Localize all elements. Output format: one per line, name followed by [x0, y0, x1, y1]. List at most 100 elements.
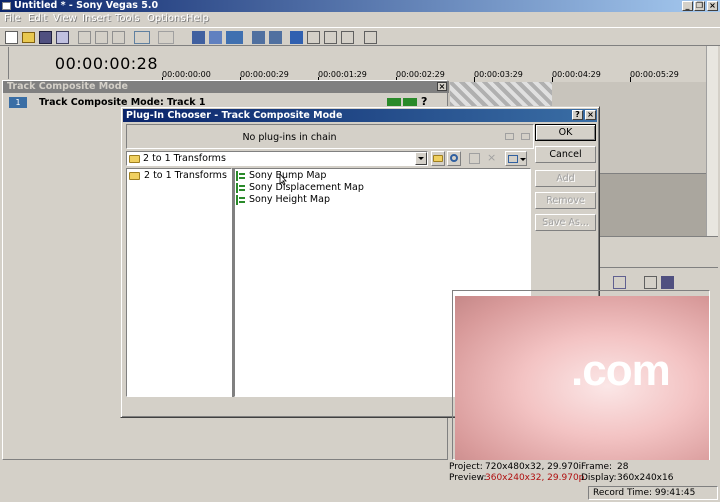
plugin-icon: [236, 171, 246, 181]
left-panel-divider: [2, 47, 9, 79]
record-time-status: Record Time: 99:41:45: [588, 486, 718, 500]
lock-envelopes-icon[interactable]: [269, 31, 282, 44]
folder-path-value: 2 to 1 Transforms: [143, 153, 226, 164]
ruler-label: 00:00:03:29: [474, 70, 523, 79]
folder-path-dropdown[interactable]: 2 to 1 Transforms: [126, 151, 428, 166]
ruler-label: 00:00:04:29: [552, 70, 601, 79]
plugin-chain-bar: No plug-ins in chain: [126, 124, 534, 149]
view-mode-icon[interactable]: [505, 151, 527, 166]
folder-tree[interactable]: 2 to 1 Transforms: [126, 168, 232, 397]
event-pan-icon[interactable]: [192, 31, 205, 44]
tree-item[interactable]: 2 to 1 Transforms: [129, 170, 229, 182]
app-title: Untitled * - Sony Vegas 5.0: [14, 0, 159, 11]
preview-label: Preview:: [449, 473, 487, 483]
track-composite-header-title: Track Composite Mode: [7, 81, 128, 92]
remove-button[interactable]: Remove: [535, 192, 596, 209]
menu-edit[interactable]: Edit: [28, 12, 47, 26]
redo-icon[interactable]: [158, 31, 174, 44]
menu-file[interactable]: File: [4, 12, 21, 26]
ok-button[interactable]: OK: [535, 124, 596, 141]
ruler-label: 00:00:02:29: [396, 70, 445, 79]
menu-bar: File Edit View Insert Tools Options Help: [0, 12, 720, 26]
ruler-label: 00:00:00:29: [240, 70, 289, 79]
close-icon[interactable]: ×: [437, 82, 447, 91]
overlays-icon[interactable]: [644, 276, 657, 289]
snapping-icon[interactable]: [226, 31, 243, 44]
chain-status-text: No plug-ins in chain: [242, 132, 337, 143]
track-composite-header: Track Composite Mode ×: [3, 81, 449, 93]
video-preview[interactable]: .com: [455, 296, 709, 460]
project-value: 720x480x32, 29.970i: [485, 462, 582, 472]
project-label: Project:: [449, 462, 483, 472]
menu-insert[interactable]: Insert: [82, 12, 111, 26]
toolbar: [0, 27, 720, 46]
menu-tools[interactable]: Tools: [115, 12, 140, 26]
paste-icon[interactable]: [112, 31, 125, 44]
list-item[interactable]: Sony Displacement Map: [236, 182, 364, 194]
delete-icon: ×: [487, 151, 497, 164]
save-icon[interactable]: [39, 31, 52, 44]
new-icon[interactable]: [5, 31, 18, 44]
preview-overlay-text: .com: [571, 346, 671, 395]
save-snapshot-icon[interactable]: [661, 276, 674, 289]
render-icon[interactable]: [56, 31, 69, 44]
chain-move-right-icon: [521, 133, 530, 140]
menu-help[interactable]: Help: [186, 12, 209, 26]
plugin-icon: [236, 183, 246, 193]
list-item[interactable]: Sony Bump Map: [236, 170, 356, 182]
frame-label: Frame:: [581, 462, 613, 472]
minimize-button[interactable]: _: [682, 1, 693, 11]
cancel-button[interactable]: Cancel: [535, 146, 596, 163]
ruler-label: 00:00:00:00: [162, 70, 211, 79]
display-label: Display:: [581, 473, 617, 483]
undo-icon[interactable]: [134, 31, 150, 44]
timeline-vertical-scrollbar[interactable]: [706, 46, 718, 246]
ruler-label: 00:00:05:29: [630, 70, 679, 79]
plugin-label: Sony Height Map: [249, 194, 330, 205]
dialog-title-bar: Plug-In Chooser - Track Composite Mode ?…: [123, 109, 597, 122]
ruler-label: 00:00:01:29: [318, 70, 367, 79]
help-icon[interactable]: ?: [572, 110, 583, 120]
track-number-badge: 1: [9, 97, 27, 108]
app-icon: [2, 2, 11, 10]
add-button[interactable]: Add: [535, 170, 596, 187]
selection-tool-icon[interactable]: [324, 31, 337, 44]
close-button[interactable]: ×: [707, 1, 718, 11]
chevron-down-icon[interactable]: [415, 152, 427, 165]
cut-icon[interactable]: [78, 31, 91, 44]
open-icon[interactable]: [22, 32, 35, 43]
restore-button[interactable]: ❐: [694, 1, 705, 11]
close-icon[interactable]: ×: [585, 110, 596, 120]
plugin-label: Sony Displacement Map: [249, 182, 364, 193]
menu-view[interactable]: View: [53, 12, 77, 26]
plugin-icon: [236, 195, 246, 205]
chain-move-left-icon: [505, 133, 514, 140]
envelope-icon[interactable]: [209, 31, 222, 44]
frame-value: 28: [617, 462, 629, 472]
preview-value: 360x240x32, 29.970p: [485, 473, 585, 483]
display-value: 360x240x16: [617, 473, 674, 483]
up-one-level-icon[interactable]: [431, 151, 445, 166]
whats-this-help-icon[interactable]: [364, 31, 377, 44]
split-screen-icon[interactable]: [613, 276, 626, 289]
app-title-bar: Untitled * - Sony Vegas 5.0 _ ❐ ×: [0, 0, 720, 12]
normal-edit-tool-icon[interactable]: [290, 31, 303, 44]
mouse-cursor-icon: [279, 174, 287, 186]
zoom-tool-icon[interactable]: [341, 31, 354, 44]
timecode-display: 00:00:00:28: [54, 54, 158, 73]
new-folder-icon: [469, 153, 480, 164]
list-item[interactable]: Sony Height Map: [236, 194, 356, 206]
refresh-icon[interactable]: [447, 151, 461, 166]
folder-icon: [129, 172, 140, 180]
dialog-title: Plug-In Chooser - Track Composite Mode: [126, 110, 343, 121]
folder-icon: [129, 155, 140, 163]
save-as-button[interactable]: Save As...: [535, 214, 596, 231]
copy-icon[interactable]: [95, 31, 108, 44]
auto-ripple-icon[interactable]: [252, 31, 265, 44]
tree-item-label: 2 to 1 Transforms: [144, 170, 227, 181]
plugin-label: Sony Bump Map: [249, 170, 327, 181]
menu-options[interactable]: Options: [147, 12, 186, 26]
time-ruler[interactable]: 00:00:00:00 00:00:00:29 00:00:01:29 00:0…: [162, 54, 707, 82]
preview-info: Project: 720x480x32, 29.970i Preview: 36…: [447, 460, 720, 484]
envelope-tool-icon[interactable]: [307, 31, 320, 44]
